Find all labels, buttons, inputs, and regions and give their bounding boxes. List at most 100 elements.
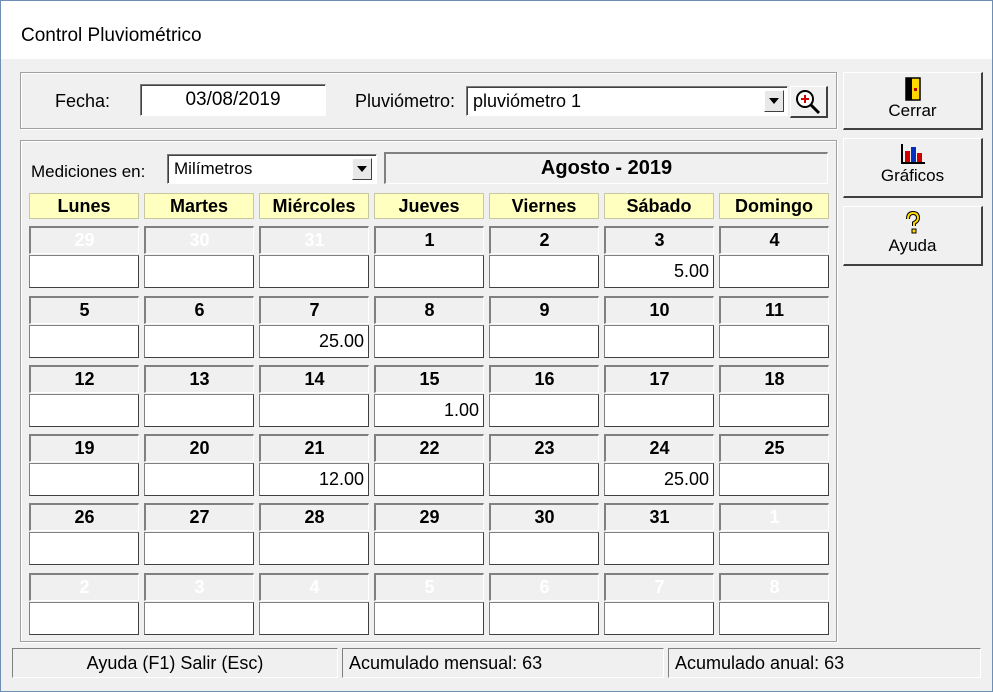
day-rainfall-input[interactable] xyxy=(719,463,829,496)
chevron-down-icon xyxy=(769,98,779,104)
day-rainfall-input[interactable] xyxy=(604,394,714,427)
mediciones-label: Mediciones en: xyxy=(31,162,146,181)
day-rainfall-input[interactable] xyxy=(374,463,484,496)
day-number: 22 xyxy=(374,434,484,462)
status-annual: Acumulado anual: 63 xyxy=(668,648,981,678)
day-number: 1 xyxy=(374,226,484,254)
day-rainfall-input[interactable] xyxy=(29,394,139,427)
day-rainfall-input[interactable] xyxy=(719,394,829,427)
day-number: 4 xyxy=(719,226,829,254)
title-bar: Control Pluviométrico xyxy=(1,1,992,59)
day-rainfall-input[interactable] xyxy=(604,325,714,358)
mediciones-select[interactable]: Milímetros xyxy=(167,154,377,184)
day-rainfall-input[interactable] xyxy=(144,394,254,427)
day-rainfall-input[interactable] xyxy=(489,602,599,635)
day-number: 20 xyxy=(144,434,254,462)
day-rainfall-input[interactable] xyxy=(144,325,254,358)
day-number: 8 xyxy=(374,296,484,324)
day-rainfall-input[interactable] xyxy=(604,532,714,565)
status-monthly-text: Acumulado mensual: 63 xyxy=(349,653,543,673)
mediciones-dropdown-button[interactable] xyxy=(352,158,372,180)
day-number: 7 xyxy=(604,573,714,601)
pluviometro-dropdown-button[interactable] xyxy=(764,90,784,112)
day-number: 14 xyxy=(259,365,369,393)
day-number: 17 xyxy=(604,365,714,393)
day-rainfall-input[interactable] xyxy=(604,602,714,635)
mediciones-value: Milímetros xyxy=(174,159,253,178)
month-title: Agosto - 2019 xyxy=(540,157,673,179)
day-number: 8 xyxy=(719,573,829,601)
day-number: 12 xyxy=(29,365,139,393)
day-header: Sábado xyxy=(604,193,714,219)
day-rainfall-input[interactable] xyxy=(144,255,254,288)
pluviometro-label: Pluviómetro: xyxy=(355,91,456,111)
day-rainfall-input[interactable] xyxy=(489,255,599,288)
day-number: 5 xyxy=(374,573,484,601)
zoom-search-button[interactable] xyxy=(790,86,828,118)
day-number: 2 xyxy=(29,573,139,601)
day-number: 1 xyxy=(719,503,829,531)
status-monthly: Acumulado mensual: 63 xyxy=(342,648,664,678)
day-rainfall-input[interactable] xyxy=(374,602,484,635)
graficos-button[interactable]: Gráficos xyxy=(843,138,983,198)
door-exit-icon xyxy=(904,77,921,101)
fecha-value: 03/08/2019 xyxy=(185,89,281,110)
day-rainfall-input[interactable] xyxy=(29,602,139,635)
fecha-input[interactable]: 03/08/2019 xyxy=(140,84,326,116)
day-number: 28 xyxy=(259,503,369,531)
month-title-panel: Agosto - 2019 xyxy=(384,152,828,184)
day-number: 18 xyxy=(719,365,829,393)
chevron-down-icon xyxy=(357,166,367,172)
day-number: 27 xyxy=(144,503,254,531)
day-rainfall-input[interactable] xyxy=(374,325,484,358)
day-rainfall-input[interactable] xyxy=(29,532,139,565)
pluviometro-select[interactable]: pluviómetro 1 xyxy=(466,86,788,116)
day-rainfall-input[interactable] xyxy=(719,255,829,288)
day-rainfall-input[interactable] xyxy=(144,463,254,496)
day-number: 7 xyxy=(259,296,369,324)
day-rainfall-input[interactable] xyxy=(259,255,369,288)
day-rainfall-input[interactable]: 25.00 xyxy=(259,325,369,358)
day-number: 10 xyxy=(604,296,714,324)
day-rainfall-input[interactable] xyxy=(374,255,484,288)
day-rainfall-input[interactable]: 12.00 xyxy=(259,463,369,496)
day-number: 16 xyxy=(489,365,599,393)
bar-chart-icon xyxy=(900,144,925,164)
fecha-label: Fecha: xyxy=(55,91,111,111)
day-header: Jueves xyxy=(374,193,484,219)
day-rainfall-input[interactable]: 25.00 xyxy=(604,463,714,496)
day-rainfall-input[interactable] xyxy=(719,602,829,635)
day-rainfall-input[interactable] xyxy=(29,255,139,288)
graficos-label: Gráficos xyxy=(880,166,945,185)
day-rainfall-input[interactable] xyxy=(489,394,599,427)
day-rainfall-input[interactable] xyxy=(259,602,369,635)
ayuda-button[interactable]: Ayuda xyxy=(843,206,983,266)
day-rainfall-input[interactable] xyxy=(374,532,484,565)
day-number: 31 xyxy=(259,226,369,254)
ayuda-label: Ayuda xyxy=(888,236,937,255)
day-rainfall-input[interactable] xyxy=(144,602,254,635)
day-rainfall-input[interactable] xyxy=(489,463,599,496)
day-rainfall-input[interactable] xyxy=(489,325,599,358)
day-rainfall-input[interactable] xyxy=(489,532,599,565)
day-number: 13 xyxy=(144,365,254,393)
day-rainfall-input[interactable] xyxy=(29,463,139,496)
pluviometro-value: pluviómetro 1 xyxy=(473,91,582,111)
day-number: 29 xyxy=(374,503,484,531)
magnifier-plus-icon xyxy=(796,90,821,115)
day-rainfall-input[interactable] xyxy=(29,325,139,358)
day-number: 29 xyxy=(29,226,139,254)
day-rainfall-input[interactable] xyxy=(719,532,829,565)
cerrar-button[interactable]: Cerrar xyxy=(843,72,983,130)
day-number: 3 xyxy=(604,226,714,254)
day-header: Martes xyxy=(144,193,254,219)
day-rainfall-input[interactable] xyxy=(259,394,369,427)
day-rainfall-input[interactable] xyxy=(719,325,829,358)
day-rainfall-input[interactable]: 5.00 xyxy=(604,255,714,288)
day-rainfall-input[interactable]: 1.00 xyxy=(374,394,484,427)
day-rainfall-input[interactable] xyxy=(144,532,254,565)
day-number: 6 xyxy=(144,296,254,324)
status-keys: Ayuda (F1) Salir (Esc) xyxy=(12,648,338,678)
day-number: 9 xyxy=(489,296,599,324)
day-rainfall-input[interactable] xyxy=(259,532,369,565)
